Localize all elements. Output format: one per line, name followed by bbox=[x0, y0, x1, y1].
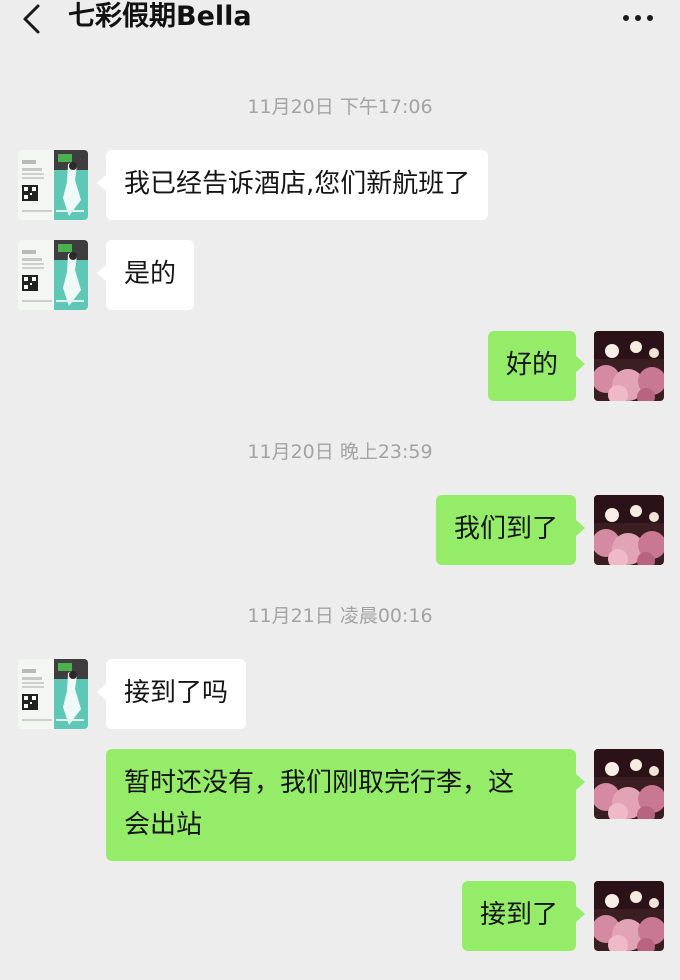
timestamp: 11月20日 下午17:06 bbox=[247, 96, 433, 118]
message-bubble-outgoing[interactable]: 我们到了 bbox=[435, 495, 586, 565]
self-avatar[interactable] bbox=[594, 495, 664, 565]
message-text: 我们到了 bbox=[453, 514, 558, 544]
message-bubble-outgoing[interactable]: 好的 bbox=[487, 331, 586, 401]
message-text: 我已经告诉酒店,您们新航班了 bbox=[124, 169, 471, 199]
top-bar: 七彩假期Bella bbox=[0, 0, 680, 40]
message-text: 接到了吗 bbox=[124, 678, 229, 708]
self-avatar[interactable] bbox=[594, 881, 664, 951]
contact-avatar[interactable] bbox=[18, 150, 88, 220]
message-bubble-incoming[interactable]: 我已经告诉酒店,您们新航班了 bbox=[96, 150, 489, 220]
contact-avatar[interactable] bbox=[18, 240, 88, 310]
self-avatar[interactable] bbox=[594, 749, 664, 819]
message-text: 好的 bbox=[505, 350, 558, 380]
self-avatar[interactable] bbox=[594, 331, 664, 401]
chat-title: 七彩假期Bella bbox=[68, 1, 252, 32]
more-dots-icon[interactable] bbox=[618, 6, 658, 30]
message-bubble-outgoing[interactable]: 接到了 bbox=[461, 881, 586, 951]
message-bubble-incoming[interactable]: 是的 bbox=[96, 240, 195, 310]
message-text: 接到了 bbox=[479, 900, 558, 930]
timestamp: 11月21日 凌晨00:16 bbox=[247, 605, 433, 627]
contact-avatar[interactable] bbox=[18, 659, 88, 729]
message-text: 是的 bbox=[124, 259, 177, 289]
message-text-line: 暂时还没有，我们刚取完行李，这 bbox=[124, 768, 515, 798]
message-bubble-incoming[interactable]: 接到了吗 bbox=[96, 659, 247, 729]
chevron-left-icon[interactable] bbox=[18, 2, 48, 36]
message-text-line: 会出站 bbox=[124, 810, 203, 840]
message-bubble-outgoing[interactable]: 暂时还没有，我们刚取完行李，这 会出站 bbox=[106, 749, 585, 861]
timestamp: 11月20日 晚上23:59 bbox=[247, 441, 433, 463]
